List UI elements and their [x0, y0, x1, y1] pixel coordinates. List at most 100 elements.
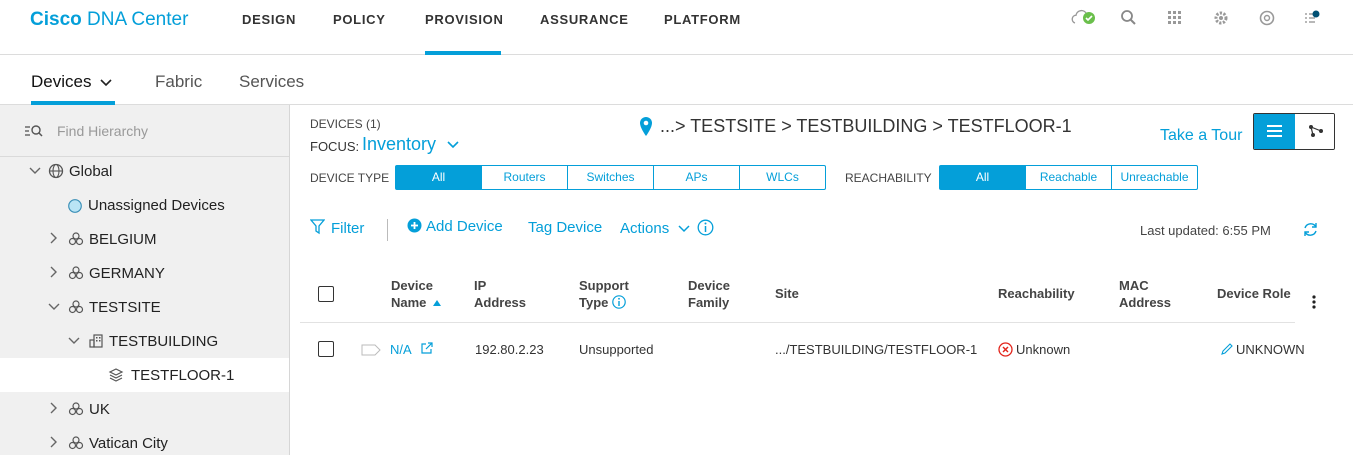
device-name-link[interactable]: N/A [390, 342, 433, 357]
tag-icon[interactable] [361, 344, 381, 356]
col-ip-address[interactable]: IP Address [474, 277, 526, 311]
floor-layers-icon [108, 368, 124, 382]
device-type-switches[interactable]: Switches [567, 165, 654, 190]
external-link-icon [420, 342, 433, 354]
focus-dropdown[interactable]: Inventory [362, 134, 459, 155]
chevron-down-icon [48, 303, 60, 310]
row-select-checkbox[interactable] [318, 341, 334, 357]
refresh-icon[interactable] [1302, 221, 1319, 238]
nav-assurance[interactable]: ASSURANCE [540, 12, 629, 27]
reachability-unreachable[interactable]: Unreachable [1111, 165, 1198, 190]
tab-fabric[interactable]: Fabric [155, 72, 202, 92]
tree-node-vatican-city[interactable]: Vatican City [0, 426, 289, 455]
col-support-type[interactable]: Support Type [579, 277, 629, 311]
filter-button[interactable]: Filter [310, 219, 364, 237]
device-type-filter: All Routers Switches APs WLCs [395, 165, 826, 190]
chevron-down-icon [68, 337, 80, 344]
take-a-tour-link[interactable]: Take a Tour [1160, 127, 1242, 145]
notifications-icon[interactable] [1303, 9, 1321, 27]
tree-node-belgium[interactable]: BELGIUM [0, 222, 289, 256]
col-mac-address[interactable]: MAC Address [1119, 277, 1171, 311]
col-device-family[interactable]: Device Family [688, 277, 730, 311]
tree-node-uk[interactable]: UK [0, 392, 289, 426]
hierarchy-search[interactable]: Find Hierarchy [0, 105, 289, 157]
col-device-role[interactable]: Device Role [1217, 285, 1291, 302]
tag-device-button[interactable]: Tag Device [528, 219, 602, 236]
building-icon [89, 334, 103, 348]
device-type-routers[interactable]: Routers [481, 165, 568, 190]
chevron-down-icon [100, 78, 112, 86]
reachability-all[interactable]: All [939, 165, 1026, 190]
cell-ip: 192.80.2.23 [475, 342, 544, 357]
chevron-right-icon [50, 402, 57, 414]
search-icon[interactable] [1120, 9, 1138, 27]
tree-node-testsite[interactable]: TESTSITE [0, 290, 289, 324]
devices-table-header: Device Name IP Address Support Type Device F… [300, 267, 1295, 323]
nav-provision[interactable]: PROVISION [425, 12, 504, 27]
topology-view-button[interactable] [1295, 114, 1334, 149]
chevron-right-icon [50, 266, 57, 278]
toolbar-divider [387, 219, 388, 241]
globe-icon [48, 163, 64, 179]
nav-design[interactable]: DESIGN [242, 12, 296, 27]
chevron-right-icon [50, 232, 57, 244]
chevron-right-icon [50, 436, 57, 448]
tree-node-unassigned[interactable]: Unassigned Devices [0, 188, 289, 222]
list-view-button[interactable] [1254, 114, 1295, 149]
info-icon [612, 295, 626, 309]
area-icon [68, 266, 84, 280]
error-circle-icon [998, 342, 1013, 357]
devices-count: DEVICES (1) [310, 117, 381, 131]
column-options-icon[interactable] [1311, 294, 1317, 310]
location-pin-icon [639, 116, 653, 138]
reachability-label: REACHABILITY [845, 171, 932, 185]
area-icon [68, 402, 84, 416]
list-icon [1267, 125, 1282, 137]
chevron-down-icon [678, 225, 690, 233]
hierarchy-search-placeholder: Find Hierarchy [57, 123, 149, 139]
tree-node-global[interactable]: Global [0, 154, 289, 188]
device-type-all[interactable]: All [395, 165, 482, 190]
select-all-checkbox[interactable] [318, 286, 334, 302]
col-site[interactable]: Site [775, 285, 799, 302]
tree-node-testbuilding[interactable]: TESTBUILDING [0, 324, 289, 358]
tab-devices[interactable]: Devices [31, 72, 112, 92]
nav-platform[interactable]: PLATFORM [664, 12, 741, 27]
device-type-label: DEVICE TYPE [310, 171, 390, 185]
filter-icon [310, 219, 325, 235]
last-updated: Last updated: 6:55 PM [1140, 223, 1271, 238]
devices-main-panel: DEVICES (1) FOCUS: Inventory ...> TESTSI… [291, 105, 1353, 455]
nav-policy[interactable]: POLICY [333, 12, 386, 27]
sub-navbar: Devices Fabric Services [0, 55, 1353, 105]
col-reachability[interactable]: Reachability [998, 285, 1075, 302]
area-icon [68, 436, 84, 450]
device-type-wlcs[interactable]: WLCs [739, 165, 826, 190]
reachability-reachable[interactable]: Reachable [1025, 165, 1112, 190]
chevron-down-icon [29, 167, 41, 174]
focus-label: FOCUS: [310, 139, 360, 154]
add-circle-icon [407, 218, 422, 233]
edit-pencil-icon [1221, 343, 1233, 355]
cell-support-type: Unsupported [579, 342, 654, 357]
info-icon [697, 219, 713, 236]
site-breadcrumb[interactable]: ...> TESTSITE > TESTBUILDING > TESTFLOOR… [660, 116, 1072, 137]
site-hierarchy-sidebar: Find Hierarchy Global Unassigned Devices… [0, 105, 290, 455]
tab-services[interactable]: Services [239, 72, 304, 92]
cell-reachability: Unknown [998, 342, 1070, 357]
col-device-name[interactable]: Device Name [391, 277, 442, 311]
top-navbar: Cisco DNA Center DESIGN POLICY PROVISION… [0, 0, 1353, 55]
cell-device-role[interactable]: UNKNOWN [1221, 342, 1305, 357]
area-icon [68, 232, 84, 246]
app-logo[interactable]: Cisco DNA Center [30, 9, 188, 31]
actions-dropdown[interactable]: Actions [620, 219, 714, 237]
gear-icon[interactable] [1212, 9, 1230, 27]
tree-node-testfloor-1[interactable]: TESTFLOOR-1 [0, 358, 289, 392]
apps-grid-icon[interactable] [1166, 9, 1184, 27]
globe-icon[interactable] [1258, 9, 1276, 27]
area-icon [68, 300, 84, 314]
tree-search-icon [24, 123, 44, 139]
add-device-button[interactable]: Add Device [407, 218, 503, 235]
tree-node-germany[interactable]: GERMANY [0, 256, 289, 290]
device-type-aps[interactable]: APs [653, 165, 740, 190]
cloud-status-icon[interactable] [1071, 9, 1097, 27]
